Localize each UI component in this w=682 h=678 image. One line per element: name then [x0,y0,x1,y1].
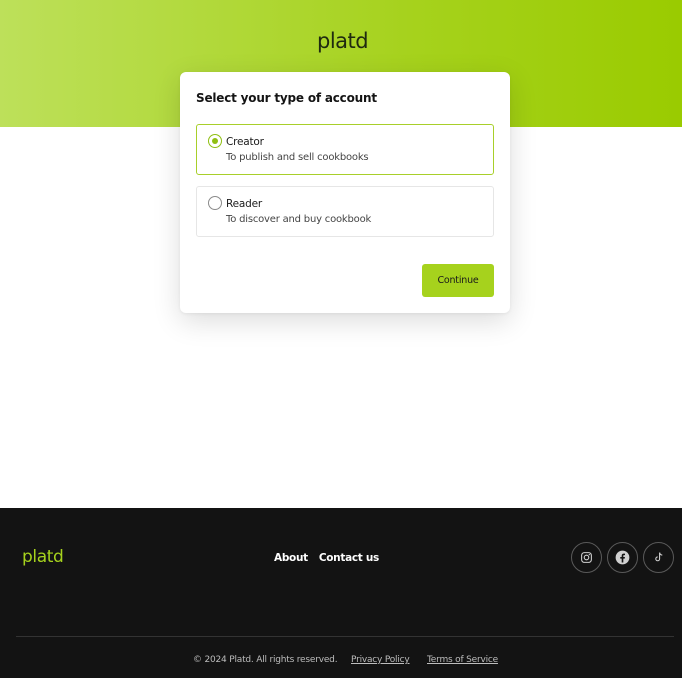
creator-radio[interactable] [208,134,222,148]
option-reader[interactable]: Reader To discover and buy cookbook [196,186,494,237]
platd-logo[interactable]: platd [317,26,375,56]
card-title: Select your type of account [196,91,377,105]
footer: platd About Contact us © 2024 Platd. All… [0,508,682,678]
tiktok-icon [655,552,663,562]
about-link[interactable]: About [274,552,308,564]
footer-logo[interactable]: platd [22,547,64,567]
reader-label: Reader [226,198,262,210]
option-creator[interactable]: Creator To publish and sell cookbooks [196,124,494,175]
facebook-icon [615,550,630,565]
privacy-policy-link[interactable]: Privacy Policy [351,655,410,665]
account-type-card: Select your type of account Creator To p… [180,72,510,313]
footer-nav: About Contact us [274,552,379,564]
instagram-button[interactable] [571,542,602,573]
reader-radio[interactable] [208,196,222,210]
instagram-icon [581,552,592,563]
terms-of-service-link[interactable]: Terms of Service [427,655,498,665]
facebook-button[interactable] [607,542,638,573]
reader-description: To discover and buy cookbook [226,214,372,225]
contact-us-link[interactable]: Contact us [319,552,379,564]
footer-divider [16,636,674,637]
creator-description: To publish and sell cookbooks [226,152,369,163]
creator-label: Creator [226,136,264,148]
tiktok-button[interactable] [643,542,674,573]
copyright-text: © 2024 Platd. All rights reserved. [193,655,338,665]
continue-button[interactable]: Continue [422,264,494,297]
